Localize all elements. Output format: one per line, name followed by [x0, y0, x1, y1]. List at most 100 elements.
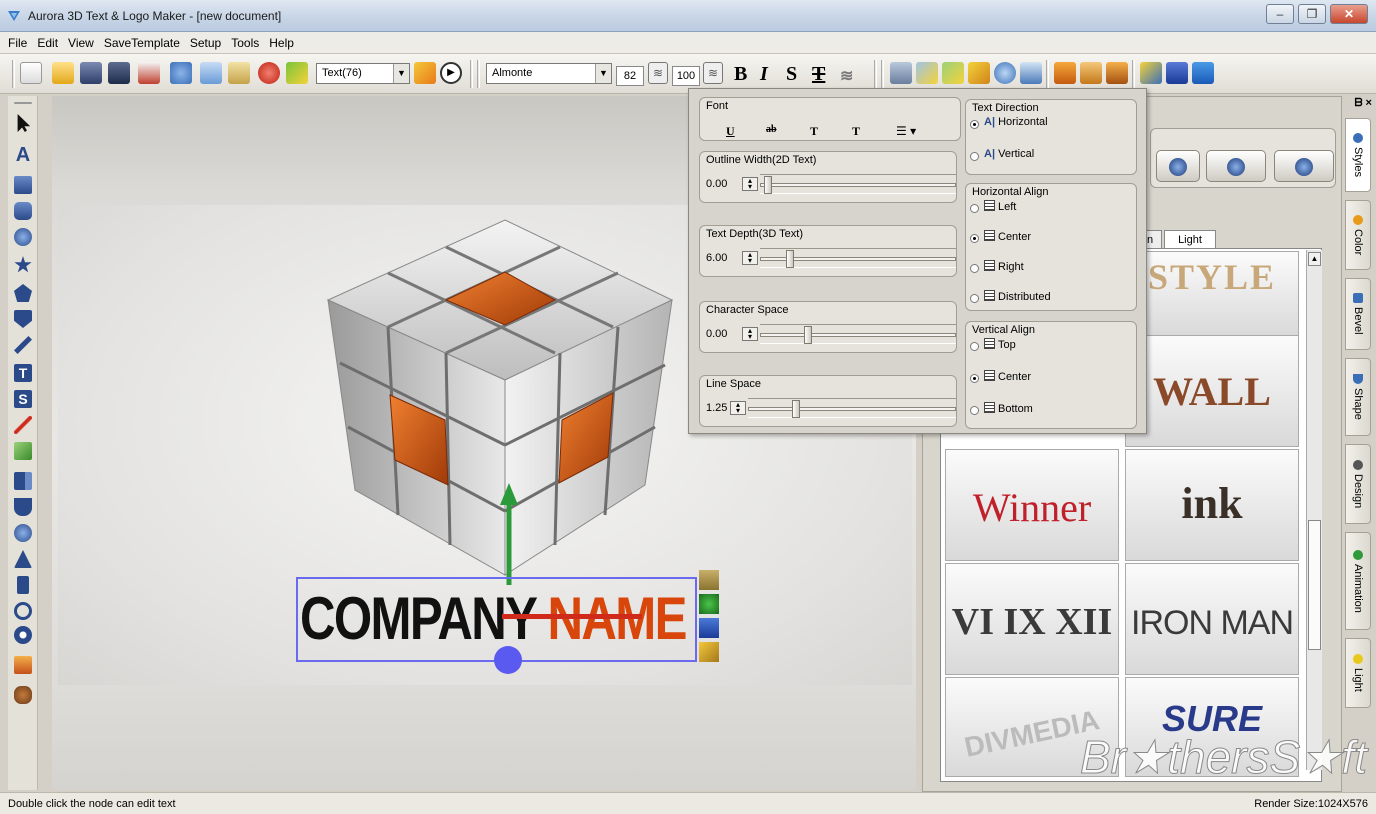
menu-view[interactable]: View	[63, 32, 99, 54]
close-button[interactable]: ✕	[1330, 4, 1368, 24]
style-thumb-roman[interactable]: VI IX XII	[945, 563, 1119, 675]
align-right-option[interactable]: Right	[984, 260, 1024, 273]
slider-thumb[interactable]	[804, 326, 812, 344]
scroll-thumb[interactable]	[1308, 520, 1321, 650]
valign-center-option[interactable]: Center	[984, 370, 1031, 383]
minimize-button[interactable]: –	[1266, 4, 1294, 24]
text-tool-icon[interactable]: A	[14, 145, 32, 165]
tab-shape[interactable]: Shape	[1345, 358, 1371, 436]
cut-icon[interactable]	[170, 62, 192, 84]
texture-icon[interactable]	[942, 62, 964, 84]
character-space-spinner[interactable]: ▴ ▾	[742, 327, 758, 341]
text-light-icon[interactable]	[1080, 62, 1102, 84]
slider-thumb[interactable]	[792, 400, 800, 418]
character-space-value[interactable]: 0.00	[706, 326, 727, 342]
cylinder-icon[interactable]	[1020, 62, 1042, 84]
cube-view-icon[interactable]	[890, 62, 912, 84]
cylinder-shape-icon[interactable]	[14, 498, 32, 516]
menu-savetemplate[interactable]: SaveTemplate	[99, 32, 185, 54]
ring-icon[interactable]	[14, 626, 32, 644]
rounded-rect-icon[interactable]	[14, 202, 32, 220]
brush-icon[interactable]	[286, 62, 308, 84]
text-3d-icon[interactable]	[1106, 62, 1128, 84]
text-depth-slider[interactable]	[760, 248, 956, 268]
subscript-button[interactable]: T	[852, 124, 860, 139]
menu-help[interactable]: Help	[264, 32, 299, 54]
outline-width-spinner[interactable]: ▴ ▾	[742, 177, 758, 191]
pen-tool-icon[interactable]	[14, 416, 32, 434]
paste-icon[interactable]	[228, 62, 250, 84]
italic-button[interactable]: I	[760, 63, 768, 86]
align-icon[interactable]	[1140, 62, 1162, 84]
material-icon[interactable]	[916, 62, 938, 84]
maximize-button[interactable]: ❐	[1298, 4, 1326, 24]
outline-width-slider[interactable]	[760, 174, 956, 194]
align-distributed-radio[interactable]	[970, 294, 979, 303]
save-icon[interactable]	[80, 62, 102, 84]
text-effect-button[interactable]: T	[812, 63, 825, 86]
cube-shape-icon[interactable]	[14, 472, 32, 490]
underline-button[interactable]: U	[726, 124, 735, 139]
line-tool-icon[interactable]	[14, 336, 32, 354]
symbol-tool-icon[interactable]: S	[14, 390, 32, 408]
export-icon[interactable]	[138, 62, 160, 84]
tab-design[interactable]: Design	[1345, 444, 1371, 524]
shield-shape-icon[interactable]	[14, 310, 32, 328]
text-depth-value[interactable]: 6.00	[706, 250, 727, 266]
direction-horizontal-radio[interactable]	[970, 120, 979, 129]
copy-icon[interactable]	[200, 62, 222, 84]
company-name-text[interactable]: COMPANY NAME	[300, 582, 687, 656]
sphere-icon[interactable]	[14, 524, 32, 542]
font-scale-spin-icon[interactable]: ≋	[703, 62, 723, 84]
preset-button-3[interactable]	[1274, 150, 1334, 182]
node-text-icon[interactable]	[699, 570, 719, 590]
layer-icon[interactable]	[1166, 62, 1188, 84]
tab-bevel[interactable]: Bevel	[1345, 278, 1371, 350]
rotate-icon[interactable]	[994, 62, 1016, 84]
cube-object[interactable]	[300, 215, 700, 585]
open-folder-icon[interactable]	[52, 62, 74, 84]
select-arrow-icon[interactable]	[17, 114, 31, 132]
character-space-slider[interactable]	[760, 324, 956, 344]
preset-button-2[interactable]	[1206, 150, 1266, 182]
pencil-icon[interactable]	[414, 62, 436, 84]
text-spin-icon[interactable]: ≋	[840, 66, 853, 86]
list-style-button[interactable]: ☰ ▾	[896, 124, 916, 138]
align-distributed-option[interactable]: Distributed	[984, 290, 1051, 303]
style-thumb-ironman[interactable]: IRON MAN	[1125, 563, 1299, 675]
strike-button[interactable]: S	[786, 63, 797, 86]
tab-light[interactable]: Light	[1164, 230, 1216, 250]
preset-button-1[interactable]	[1156, 150, 1200, 182]
misc-shape-icon[interactable]	[14, 686, 32, 704]
play-icon[interactable]: ▶	[440, 62, 462, 84]
text-box-icon[interactable]: T	[14, 364, 32, 382]
valign-center-radio[interactable]	[970, 374, 979, 383]
align-left-option[interactable]: Left	[984, 200, 1016, 213]
align-center-radio[interactable]	[970, 234, 979, 243]
x-axis-arrow[interactable]	[502, 614, 642, 619]
style-thumb-winner[interactable]: Winner	[945, 449, 1119, 561]
cone-icon[interactable]	[14, 550, 32, 568]
menu-tools[interactable]: Tools	[226, 32, 264, 54]
slider-thumb[interactable]	[786, 250, 794, 268]
line-space-slider[interactable]	[748, 398, 956, 418]
menu-file[interactable]: File	[0, 32, 32, 54]
text-orange-icon[interactable]	[1054, 62, 1076, 84]
text-depth-spinner[interactable]: ▴ ▾	[742, 251, 758, 265]
font-size-spin-icon[interactable]: ≋	[648, 62, 668, 84]
font-size-field[interactable]: 82	[616, 66, 644, 86]
import-icon[interactable]	[14, 656, 32, 674]
gizmo-handle[interactable]	[494, 646, 522, 674]
tab-styles[interactable]: Styles	[1345, 118, 1371, 192]
direction-vertical-option[interactable]: A| Vertical	[984, 148, 1034, 160]
node-rotate-icon[interactable]	[699, 594, 719, 614]
align-center-option[interactable]: Center	[984, 230, 1031, 243]
save-as-icon[interactable]	[108, 62, 130, 84]
slider-thumb[interactable]	[764, 176, 772, 194]
box-icon[interactable]	[968, 62, 990, 84]
object-select[interactable]: Text(76) ▼	[316, 63, 410, 84]
tab-color[interactable]: Color	[1345, 200, 1371, 270]
menu-edit[interactable]: Edit	[32, 32, 63, 54]
tab-animation[interactable]: Animation	[1345, 532, 1371, 630]
star-icon[interactable]	[14, 256, 32, 273]
